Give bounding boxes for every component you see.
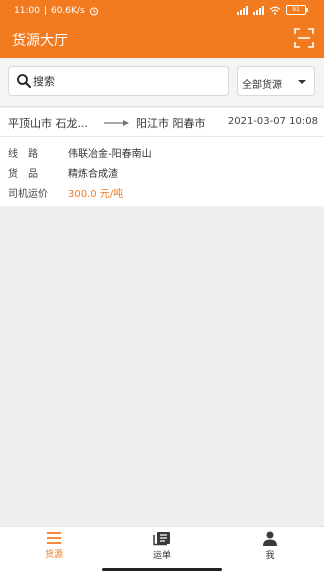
home-indicator[interactable] [102,568,222,571]
signal-icon [253,5,264,15]
source-filter-dropdown[interactable]: 全部货源 [237,66,315,96]
menu-icon [47,532,61,544]
tab-label: 我 [265,551,275,561]
header: 11:00 | 60.6K/s 91 货源大厅 [0,0,324,58]
route-label: 线 路 [8,149,38,160]
filter-selected-label: 全部货源 [242,80,282,91]
tab-label: 运单 [152,551,171,561]
goods-label: 货 品 [8,169,38,180]
tab-cargo[interactable]: 货源 [24,531,84,565]
chevron-down-icon [298,80,306,84]
status-bar: 11:00 | 60.6K/s 91 [0,0,324,22]
waybill-icon [153,532,170,546]
destination-text: 阳江市 阳春市 [136,117,206,130]
price-label: 司机运价 [8,189,48,200]
alarm-icon [89,7,98,16]
cargo-listing-card[interactable]: 平顶山市 石龙... 阳江市 阳春市 2021-03-07 10:08 线 路 … [0,108,324,206]
list-empty-area [0,206,324,526]
wifi-icon [269,6,281,15]
search-input[interactable] [33,67,223,95]
battery-icon: 91 [286,5,308,15]
search-area: 全部货源 [0,58,324,107]
status-speed: 60.6K/s [50,6,85,16]
goods-value: 精炼合成渣 [68,169,118,180]
status-time: 11:00 [14,6,40,16]
route-header: 平顶山市 石龙... 阳江市 阳春市 2021-03-07 10:08 [8,115,318,131]
tab-waybill[interactable]: 运单 [132,531,192,565]
origin-text: 平顶山市 石龙... [8,117,88,130]
divider [0,136,324,137]
listing-date: 2021-03-07 10:08 [227,116,318,127]
price-value: 300.0 元/吨 [68,189,124,200]
search-box[interactable] [8,66,229,96]
scan-icon[interactable] [294,28,314,48]
page-title: 货源大厅 [12,33,68,49]
tab-label: 货源 [44,550,63,560]
search-icon [17,74,31,88]
signal-icon [237,5,248,15]
route-value: 伟联冶金-阳春南山 [68,149,152,160]
arrow-right-icon [104,120,129,126]
person-icon [263,531,277,546]
tab-me[interactable]: 我 [240,531,300,565]
